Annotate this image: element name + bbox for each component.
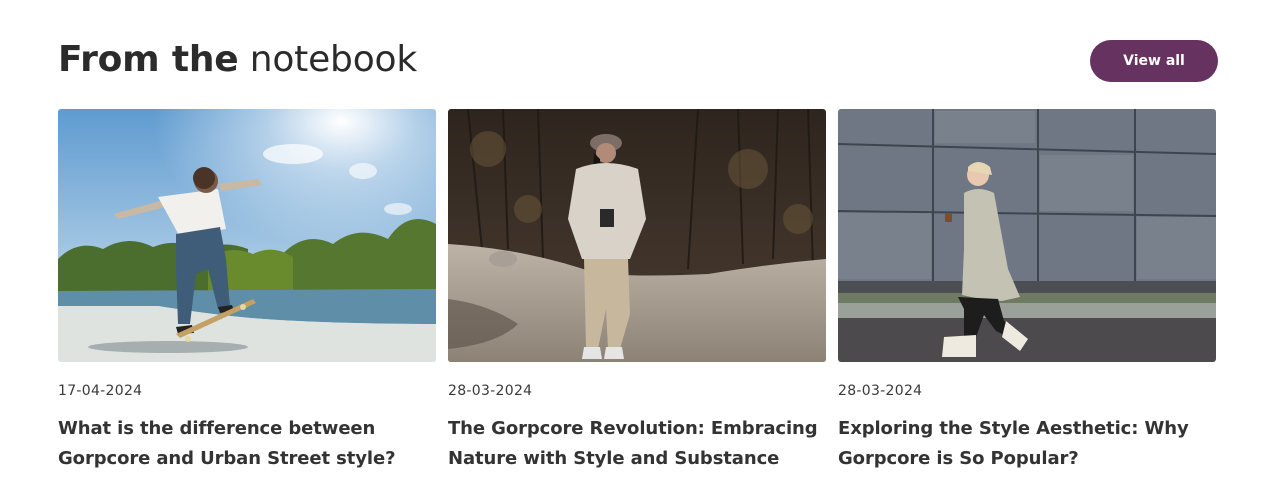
- post-date: 17-04-2024: [58, 383, 143, 399]
- post-title[interactable]: What is the difference between Gorpcore …: [58, 414, 436, 474]
- post-title[interactable]: The Gorpcore Revolution: Embracing Natur…: [448, 414, 826, 474]
- forest-hiker-photo[interactable]: [448, 109, 826, 362]
- section-header: From the notebook View all: [58, 38, 1218, 84]
- view-all-button[interactable]: View all: [1090, 40, 1218, 82]
- post-card[interactable]: 28-03-2024 The Gorpcore Revolution: Embr…: [448, 109, 826, 474]
- section-title-bold: From the: [58, 39, 239, 80]
- section-title-regular: notebook: [249, 39, 417, 80]
- post-date: 28-03-2024: [448, 383, 533, 399]
- skateboarder-photo[interactable]: [58, 109, 436, 362]
- post-date: 28-03-2024: [838, 383, 923, 399]
- post-card[interactable]: 28-03-2024 Exploring the Style Aesthetic…: [838, 109, 1216, 474]
- post-card[interactable]: 17-04-2024 What is the difference betwee…: [58, 109, 436, 474]
- post-cards: 17-04-2024 What is the difference betwee…: [58, 109, 1218, 474]
- street-walker-photo[interactable]: [838, 109, 1216, 362]
- post-title[interactable]: Exploring the Style Aesthetic: Why Gorpc…: [838, 414, 1216, 474]
- blog-section: From the notebook View all 17-04-2024 Wh…: [0, 0, 1284, 504]
- section-title: From the notebook: [58, 38, 417, 82]
